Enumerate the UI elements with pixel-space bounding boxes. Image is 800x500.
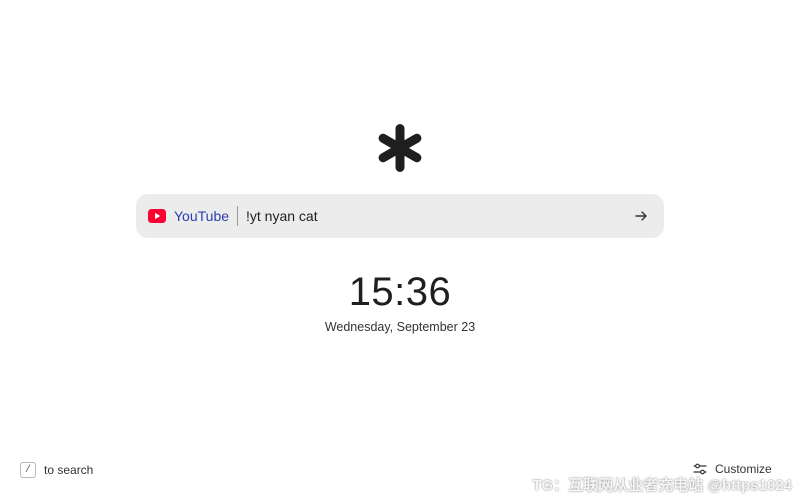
search-engine-label[interactable]: YouTube xyxy=(174,208,229,224)
search-submit-button[interactable] xyxy=(632,207,650,225)
shortcut-label: to search xyxy=(44,463,94,477)
watermark-text: TG：互联网从业者充电站 @https1024 xyxy=(532,477,792,494)
search-bar[interactable]: YouTube xyxy=(136,194,664,238)
arrow-right-icon xyxy=(635,211,647,221)
search-shortcut-hint: / to search xyxy=(20,462,93,478)
shortcut-key: / xyxy=(20,462,36,478)
youtube-icon xyxy=(148,209,166,223)
clock-date: Wednesday, September 23 xyxy=(324,320,476,334)
search-divider xyxy=(237,206,239,226)
clock-time: 15:36 xyxy=(348,270,452,314)
new-tab-page: YouTube 15:36 Wednesday, September 23 / … xyxy=(0,0,800,500)
asterisk-logo-icon xyxy=(376,122,424,174)
search-input[interactable] xyxy=(246,194,632,238)
